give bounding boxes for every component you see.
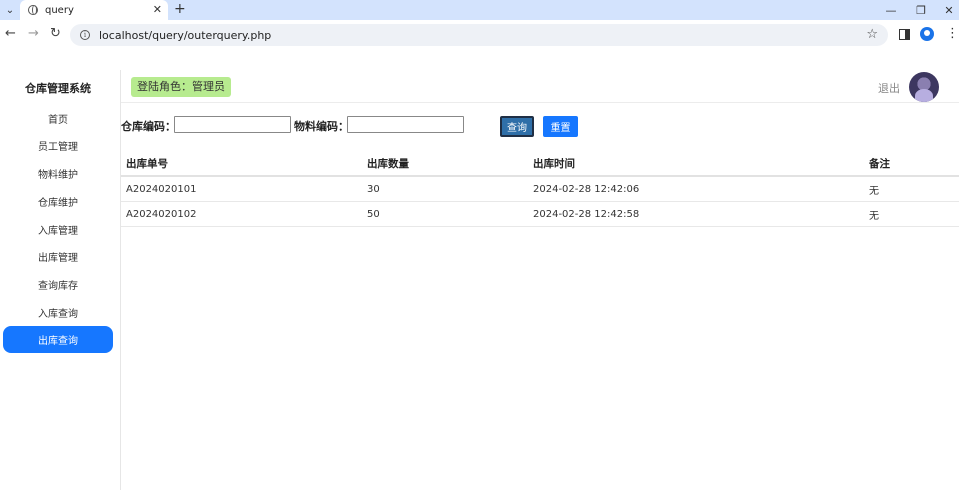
chevron-down-icon[interactable]: ⌄: [0, 0, 20, 20]
cell-quantity: 30: [367, 183, 380, 195]
sidebar-item-outbound[interactable]: 出库管理: [3, 243, 113, 270]
column-header-remark: 备注: [869, 158, 890, 170]
cell-quantity: 50: [367, 208, 380, 220]
warehouse-code-input[interactable]: [174, 116, 291, 133]
profile-icon[interactable]: [920, 27, 934, 41]
globe-icon: [28, 5, 38, 15]
sidebar-item-inbound-query[interactable]: 入库查询: [3, 299, 113, 326]
side-panel-icon[interactable]: [899, 29, 910, 40]
role-badge: 登陆角色：管理员: [131, 77, 231, 97]
browser-tab[interactable]: query ✕: [20, 0, 168, 20]
plus-icon[interactable]: +: [174, 0, 186, 18]
column-header-time: 出库时间: [533, 158, 575, 170]
star-icon[interactable]: ☆: [866, 27, 878, 42]
info-icon[interactable]: i: [80, 30, 90, 40]
query-button[interactable]: 查询: [500, 116, 534, 137]
cell-time: 2024-02-28 12:42:06: [533, 183, 640, 195]
table-header-row: 出库单号 出库数量 出库时间 备注: [121, 152, 959, 177]
arrow-right-icon[interactable]: →: [28, 27, 39, 41]
sidebar-item-stock-query[interactable]: 查询库存: [3, 271, 113, 298]
app-header: 登陆角色：管理员 退出: [121, 70, 959, 103]
column-header-quantity: 出库数量: [367, 158, 409, 170]
logout-link[interactable]: 退出: [878, 80, 900, 96]
minimize-icon[interactable]: —: [875, 0, 907, 20]
close-icon[interactable]: ✕: [153, 3, 162, 16]
outbound-table: 出库单号 出库数量 出库时间 备注 A2024020101 30 2024-02…: [121, 152, 959, 227]
reload-icon[interactable]: ↻: [50, 27, 61, 41]
tab-title: query: [45, 4, 74, 16]
material-code-input[interactable]: [347, 116, 464, 133]
cell-time: 2024-02-28 12:42:58: [533, 208, 640, 220]
tab-strip: ⌄ query ✕ + — ❐ ✕: [0, 0, 959, 20]
cell-order-no: A2024020101: [126, 183, 197, 195]
sidebar: 仓库管理系统 首页 员工管理 物料维护 仓库维护 入库管理 出库管理 查询库存 …: [0, 70, 121, 490]
browser-toolbar: ← → ↻ i localhost/query/outerquery.php ☆…: [0, 20, 959, 50]
search-form: 仓库编码： 物料编码： 查询 重置: [121, 114, 959, 144]
table-row: A2024020101 30 2024-02-28 12:42:06 无: [121, 177, 959, 202]
sidebar-item-outbound-query[interactable]: 出库查询: [3, 326, 113, 353]
cell-order-no: A2024020102: [126, 208, 197, 220]
sidebar-item-home[interactable]: 首页: [3, 105, 113, 132]
arrow-left-icon[interactable]: ←: [5, 27, 16, 41]
cell-remark: 无: [869, 210, 879, 222]
sidebar-item-inbound[interactable]: 入库管理: [3, 216, 113, 243]
kebab-icon[interactable]: ⋮: [946, 27, 959, 41]
brand-title: 仓库管理系统: [25, 82, 91, 95]
reset-button[interactable]: 重置: [543, 116, 578, 137]
sidebar-item-warehouses[interactable]: 仓库维护: [3, 188, 113, 215]
url-text[interactable]: localhost/query/outerquery.php: [99, 29, 271, 42]
close-icon[interactable]: ✕: [933, 0, 959, 20]
table-row: A2024020102 50 2024-02-28 12:42:58 无: [121, 202, 959, 227]
material-code-label: 物料编码：: [294, 120, 349, 133]
column-header-order-no: 出库单号: [126, 158, 168, 170]
warehouse-code-label: 仓库编码：: [121, 120, 176, 133]
app-root: 仓库管理系统 首页 员工管理 物料维护 仓库维护 入库管理 出库管理 查询库存 …: [0, 70, 959, 490]
sidebar-item-materials[interactable]: 物料维护: [3, 160, 113, 187]
cell-remark: 无: [869, 185, 879, 197]
address-bar[interactable]: i localhost/query/outerquery.php ☆: [70, 24, 888, 46]
sidebar-item-employees[interactable]: 员工管理: [3, 132, 113, 159]
avatar[interactable]: [909, 72, 939, 102]
